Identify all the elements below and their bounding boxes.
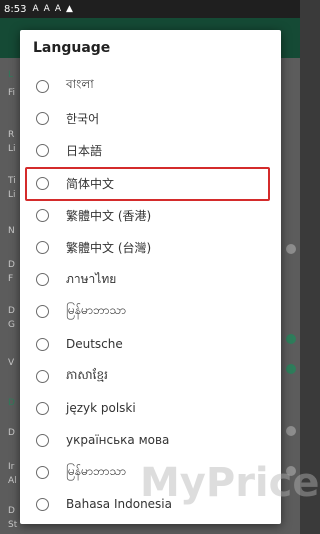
status-bar: 8:53 A A A ▲: [0, 0, 300, 18]
background-text-fragment: Li: [8, 144, 16, 154]
language-option-label: 简体中文: [66, 176, 115, 191]
background-text-fragment: F: [8, 274, 14, 284]
background-text-fragment: D: [8, 306, 15, 316]
language-option-label: မြန်မာဘာသာ: [66, 464, 126, 478]
radio-button-icon[interactable]: [36, 497, 49, 511]
language-option-label: ภาษาไทย: [66, 271, 117, 286]
language-option-ukrainian[interactable]: українська мова: [20, 424, 281, 456]
language-option-khmer[interactable]: ភាសាខ្មែរ: [20, 360, 281, 392]
background-text-fragment: Li: [8, 190, 16, 200]
background-toggle: [286, 244, 296, 254]
language-option-label: 한국어: [66, 111, 100, 126]
background-toggle: [286, 426, 296, 436]
background-text-fragment: R: [8, 130, 15, 140]
language-option-label: 繁體中文 (台灣): [66, 240, 152, 255]
language-option-german[interactable]: Deutsche: [20, 328, 281, 360]
language-option-label: မြန်မာဘာသာ: [66, 303, 126, 317]
radio-button-icon[interactable]: [36, 304, 49, 318]
background-text-fragment: D: [8, 398, 15, 408]
notification-a-icon: A: [43, 4, 50, 14]
language-option-label: Deutsche: [66, 337, 123, 351]
background-text-fragment: Ti: [8, 176, 16, 186]
language-option-thai[interactable]: ภาษาไทย: [20, 263, 281, 295]
language-option-burmese[interactable]: မြန်မာဘာသာ: [20, 295, 281, 327]
radio-button-icon[interactable]: [36, 433, 49, 447]
language-option-bangla[interactable]: বাংলা: [20, 70, 281, 102]
language-option-korean[interactable]: 한국어: [20, 102, 281, 134]
background-text-fragment: D: [8, 506, 15, 516]
background-text-fragment: Fi: [8, 88, 16, 98]
radio-button-icon[interactable]: [36, 208, 49, 222]
android-icon: ▲: [65, 4, 73, 14]
language-option-polish[interactable]: język polski: [20, 392, 281, 424]
radio-button-icon[interactable]: [36, 176, 49, 190]
background-text-fragment: V: [8, 358, 15, 368]
language-option-traditional-chinese-tw[interactable]: 繁體中文 (台灣): [20, 231, 281, 263]
radio-button-icon[interactable]: [36, 79, 49, 93]
radio-button-icon[interactable]: [36, 337, 49, 351]
language-option-label: ភាសាខ្មែរ: [66, 368, 108, 382]
background-text-fragment: G: [8, 320, 15, 330]
background-toggle: [286, 334, 296, 344]
background-text-fragment: D: [8, 428, 15, 438]
radio-button-icon[interactable]: [36, 401, 49, 415]
radio-button-icon[interactable]: [36, 240, 49, 254]
radio-button-icon[interactable]: [36, 111, 49, 125]
notification-a-icon: A: [54, 4, 61, 14]
background-text-fragment: L: [8, 70, 14, 80]
status-time: 8:53: [4, 3, 27, 15]
dialog-title: Language: [33, 40, 111, 56]
background-text-fragment: St: [8, 520, 18, 530]
radio-button-icon[interactable]: [36, 465, 49, 479]
language-dialog: Language বাংলা 한국어 日本語 简体中文 繁體中文 (香港) 繁體…: [20, 30, 281, 524]
background-text-fragment: D: [8, 260, 15, 270]
notification-a-icon: A: [32, 4, 39, 14]
watermark: MyPrice: [140, 460, 320, 506]
radio-button-icon[interactable]: [36, 272, 49, 286]
background-text-fragment: Al: [8, 476, 17, 486]
language-option-label: język polski: [66, 401, 136, 415]
language-option-japanese[interactable]: 日本語: [20, 134, 281, 166]
radio-button-icon[interactable]: [36, 369, 49, 383]
language-option-traditional-chinese-hk[interactable]: 繁體中文 (香港): [20, 199, 281, 231]
language-option-label: 繁體中文 (香港): [66, 208, 152, 223]
language-option-label: 日本語: [66, 143, 103, 158]
background-text-fragment: Ir: [8, 462, 15, 472]
language-option-label: українська мова: [66, 433, 170, 447]
language-option-simplified-chinese[interactable]: 简体中文: [20, 167, 281, 199]
background-toggle: [286, 364, 296, 374]
language-option-label: বাংলা: [66, 77, 94, 91]
background-text-fragment: N: [8, 226, 15, 236]
radio-button-icon[interactable]: [36, 143, 49, 157]
